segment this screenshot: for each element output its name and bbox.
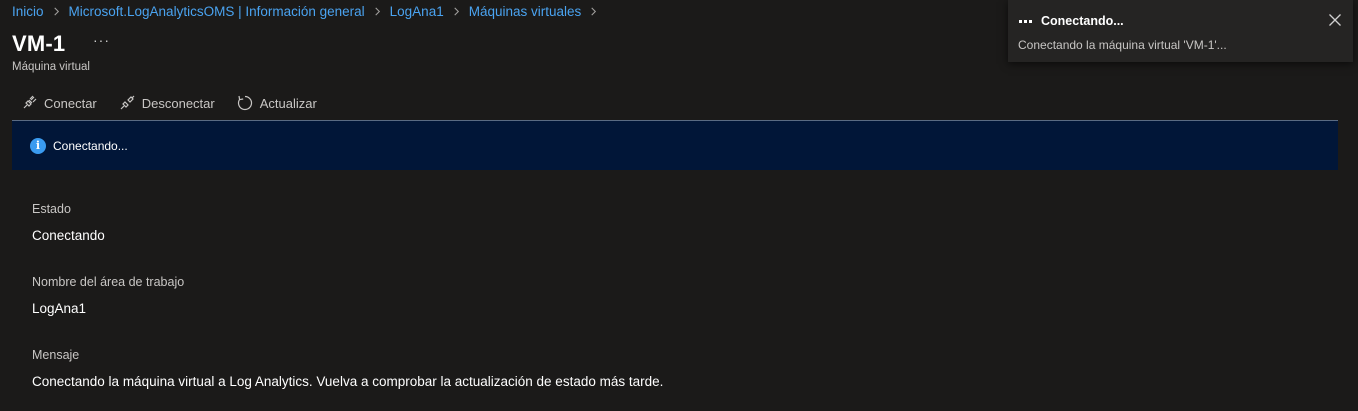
more-options-button[interactable]: ··· bbox=[93, 32, 110, 48]
connect-label: Conectar bbox=[44, 95, 97, 111]
command-bar: Conectar Desconectar Actualizar bbox=[12, 92, 332, 114]
disconnect-label: Desconectar bbox=[141, 95, 215, 111]
page-title: VM-1 bbox=[12, 31, 66, 56]
refresh-icon bbox=[237, 95, 252, 111]
message-label: Mensaje bbox=[32, 348, 80, 362]
breadcrumb-item-inicio[interactable]: Inicio bbox=[12, 4, 44, 19]
notification-toast: Conectando... Conectando la máquina virt… bbox=[1008, 0, 1353, 62]
chevron-right-icon bbox=[52, 7, 61, 16]
status-value: Conectando bbox=[32, 228, 105, 243]
connect-button[interactable]: Conectar bbox=[12, 94, 97, 112]
breadcrumb: Inicio Microsoft.LogAnalyticsOMS | Infor… bbox=[12, 3, 606, 19]
notification-title: Conectando... bbox=[1041, 14, 1124, 28]
refresh-label: Actualizar bbox=[259, 95, 317, 111]
workspace-name-label: Nombre del área de trabajo bbox=[32, 275, 185, 289]
status-label: Estado bbox=[32, 202, 71, 216]
vm-detail-page: Inicio Microsoft.LogAnalyticsOMS | Infor… bbox=[0, 0, 1358, 411]
chevron-right-icon bbox=[589, 7, 598, 16]
disconnect-button[interactable]: Desconectar bbox=[112, 94, 215, 112]
notification-body: Conectando la máquina virtual 'VM-1'... bbox=[1018, 38, 1227, 52]
plug-disconnect-icon bbox=[120, 95, 135, 110]
breadcrumb-item-virtual-machines[interactable]: Máquinas virtuales bbox=[469, 4, 582, 19]
chevron-right-icon bbox=[452, 7, 461, 16]
breadcrumb-item-workspace[interactable]: LogAna1 bbox=[390, 4, 444, 19]
message-value: Conectando la máquina virtual a Log Anal… bbox=[32, 374, 664, 389]
workspace-name-value: LogAna1 bbox=[32, 301, 87, 316]
banner-text: Conectando... bbox=[53, 138, 128, 153]
info-icon: i bbox=[30, 137, 46, 154]
chevron-right-icon bbox=[373, 7, 382, 16]
close-icon[interactable] bbox=[1328, 13, 1342, 27]
page-subtitle: Máquina virtual bbox=[12, 61, 90, 73]
breadcrumb-item-loganalytics[interactable]: Microsoft.LogAnalyticsOMS | Información … bbox=[69, 4, 365, 19]
status-banner: i Conectando... bbox=[12, 121, 1338, 170]
refresh-button[interactable]: Actualizar bbox=[230, 94, 317, 112]
plug-connect-icon bbox=[23, 95, 37, 109]
progress-dots-icon bbox=[1019, 20, 1034, 23]
